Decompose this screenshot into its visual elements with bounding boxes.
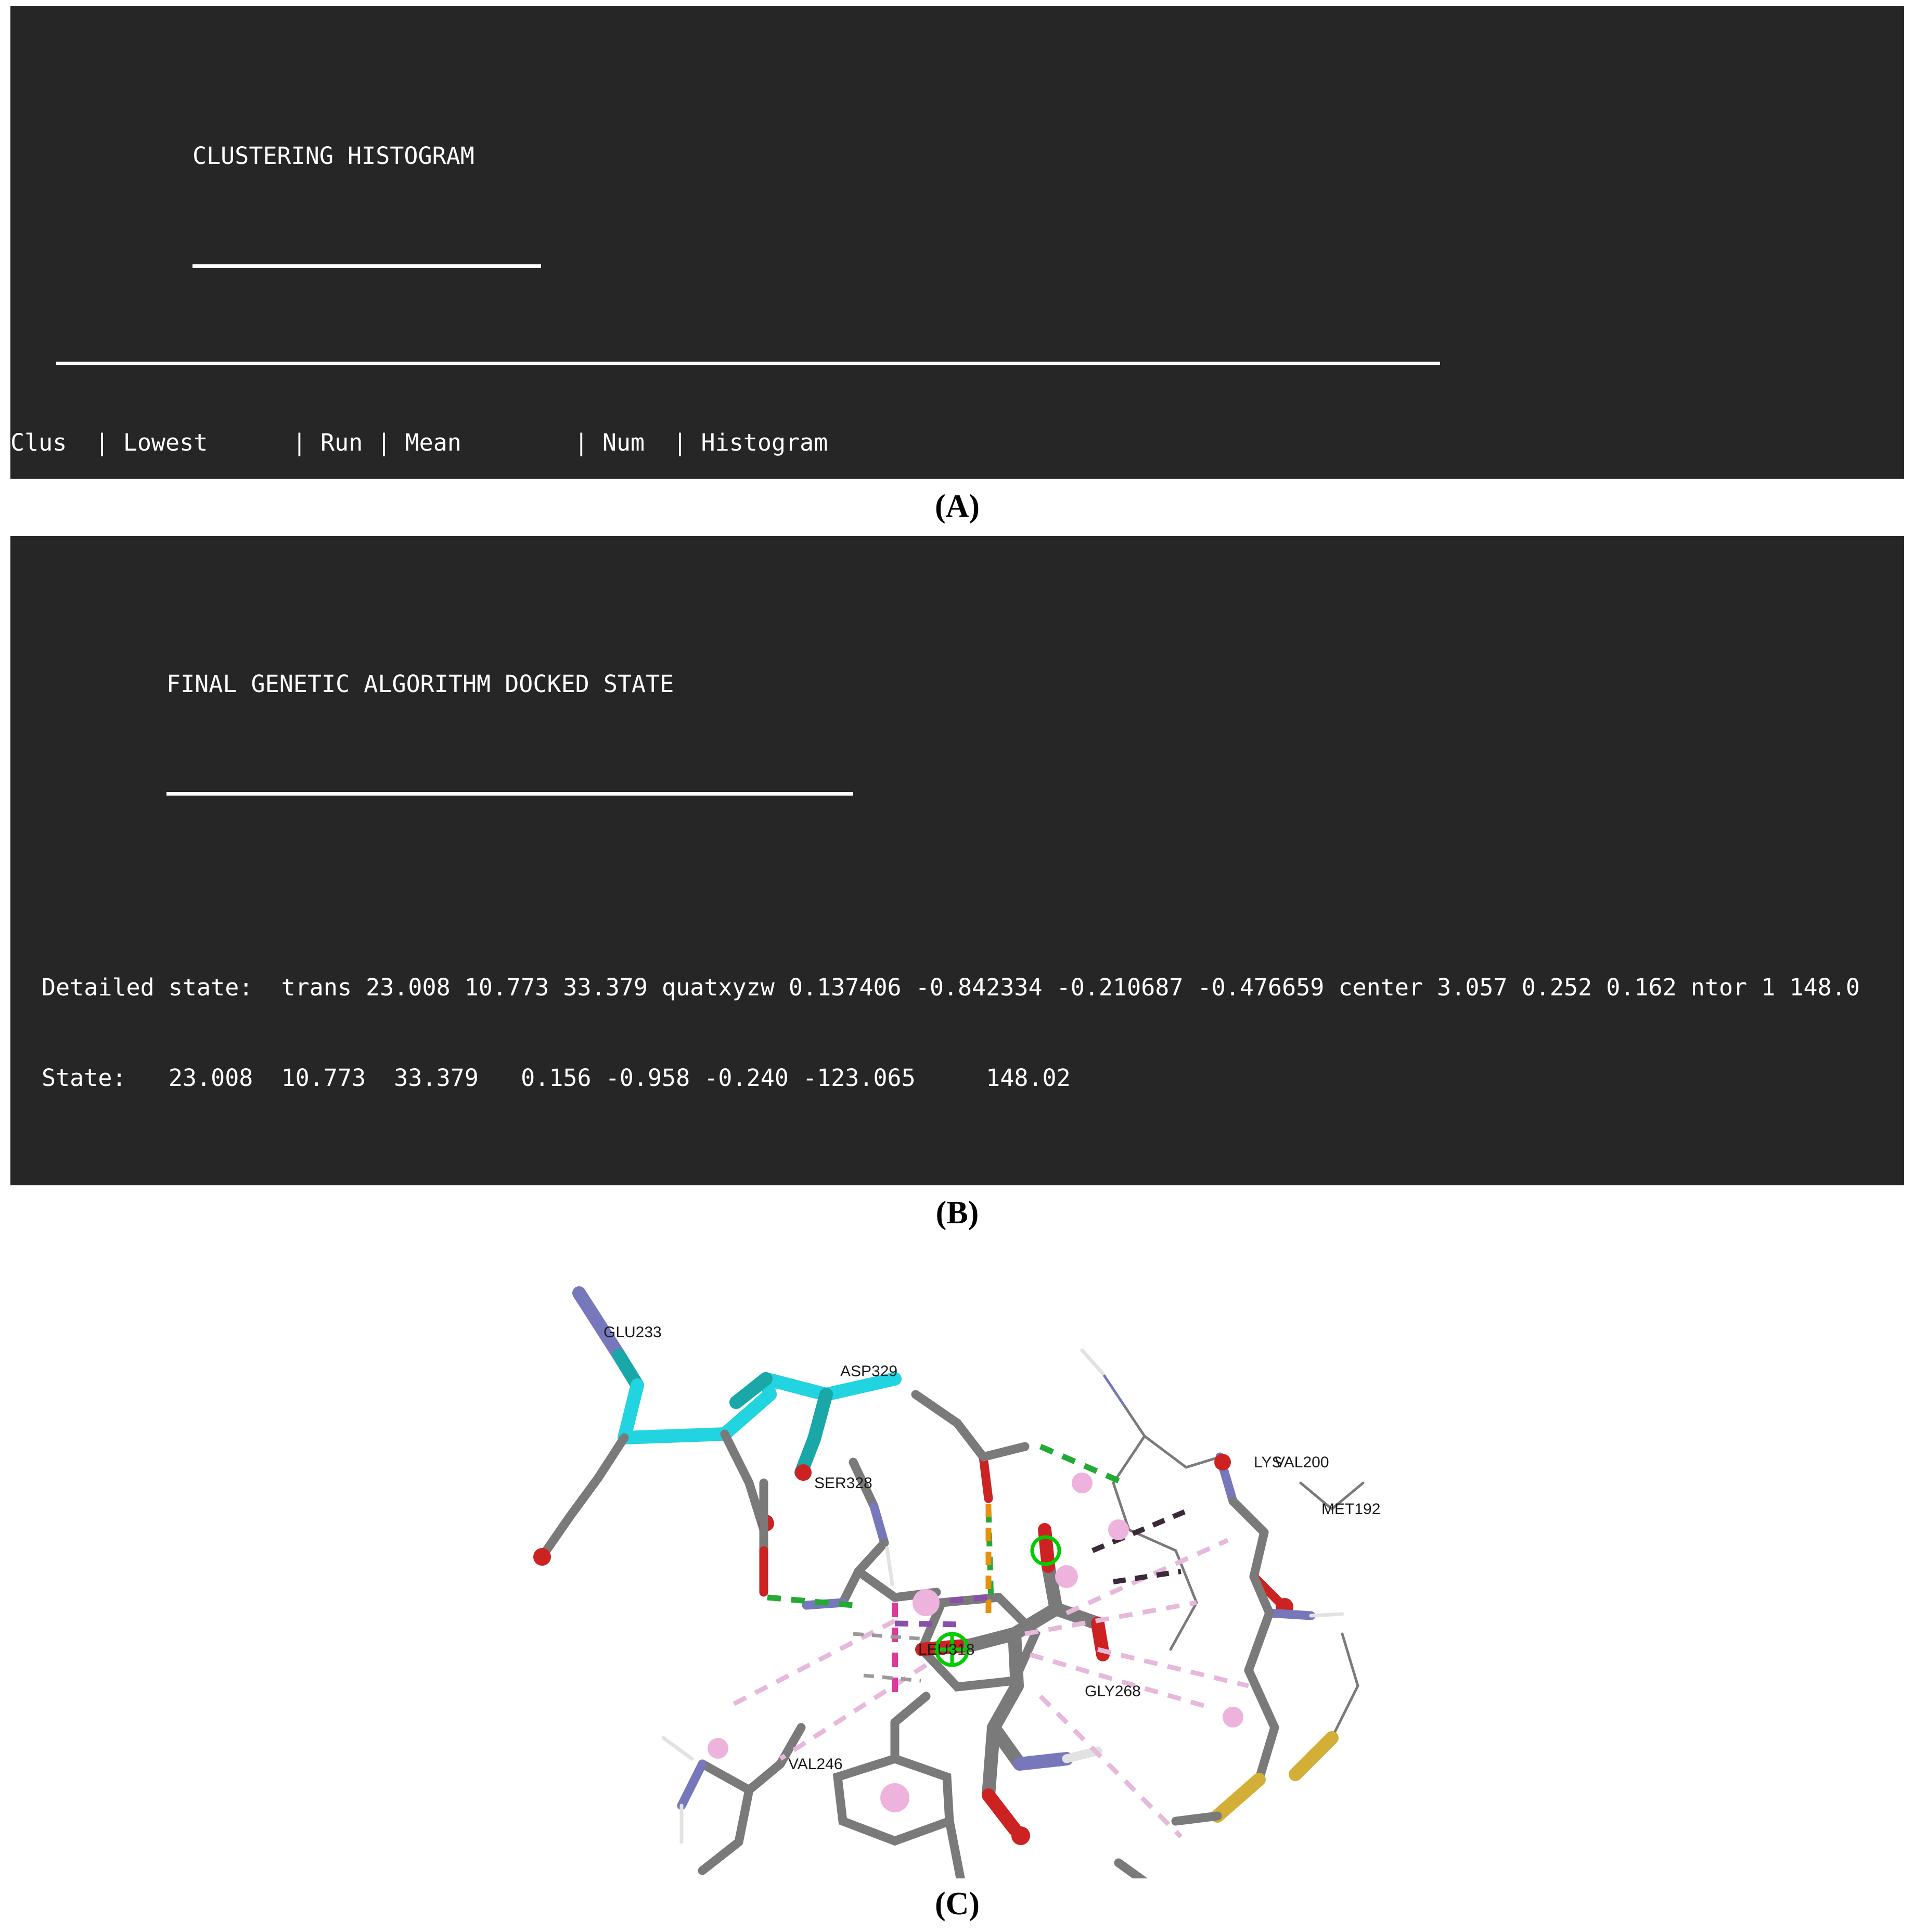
panel-a-content: CLUSTERING HISTOGRAM Clus | Lowest | Run… xyxy=(10,69,1904,479)
ring-centroid xyxy=(913,1589,940,1616)
ring-centroid xyxy=(880,1783,909,1812)
clustering-histogram-panel: CLUSTERING HISTOGRAM Clus | Lowest | Run… xyxy=(10,6,1904,479)
residue-label-ser328: SER328 xyxy=(814,1475,872,1492)
state-line: State: 23.008 10.773 33.379 0.156 -0.958… xyxy=(42,1064,1071,1092)
detailed-state-line: Detailed state: trans 23.008 10.773 33.3… xyxy=(42,974,1860,1001)
molecular-diagram-svg: .bC { stroke:#7a7a7a; stroke-linecap:rou… xyxy=(10,1238,1904,1878)
ring-centroid xyxy=(1108,1519,1129,1540)
panel-c-caption: (C) xyxy=(934,1886,980,1922)
panel-a-title-underline xyxy=(192,264,541,268)
residue-label-val246: VAL246 xyxy=(788,1756,843,1773)
ring-centroid xyxy=(1055,1565,1078,1588)
panel-a-title: CLUSTERING HISTOGRAM xyxy=(192,142,474,170)
state-block: Detailed state: trans 23.008 10.773 33.3… xyxy=(10,912,1904,1154)
table-header-line-1: Clus | Lowest | Run | Mean | Num | Histo… xyxy=(10,429,828,456)
residue-label-val200: VAL200 xyxy=(1275,1454,1329,1471)
ring-centroid xyxy=(1072,1473,1093,1493)
panel-b-title: FINAL GENETIC ALGORITHM DOCKED STATE xyxy=(166,670,674,698)
ring-centroid xyxy=(708,1738,728,1759)
residue-label-leu318: LEU318 xyxy=(918,1641,974,1658)
panel-b-content: FINAL GENETIC ALGORITHM DOCKED STATE Det… xyxy=(10,596,1904,1185)
residue-label-met192: MET192 xyxy=(1321,1501,1380,1518)
ring-centroid xyxy=(1223,1707,1243,1728)
table-top-rule xyxy=(56,362,1440,365)
final-docked-state-panel: FINAL GENETIC ALGORITHM DOCKED STATE Det… xyxy=(10,536,1904,1185)
panel-b-caption: (B) xyxy=(935,1195,979,1231)
binding-site-diagram-panel: .bC { stroke:#7a7a7a; stroke-linecap:rou… xyxy=(10,1238,1904,1878)
panel-b-title-underline xyxy=(166,792,853,796)
residue-label-glu233: GLU233 xyxy=(603,1324,662,1341)
panel-a-caption: (A) xyxy=(934,489,980,524)
residue-label-gly268: GLY268 xyxy=(1085,1683,1141,1700)
residue-label-asp329: ASP329 xyxy=(840,1363,897,1380)
diagram-background xyxy=(10,1238,1904,1878)
